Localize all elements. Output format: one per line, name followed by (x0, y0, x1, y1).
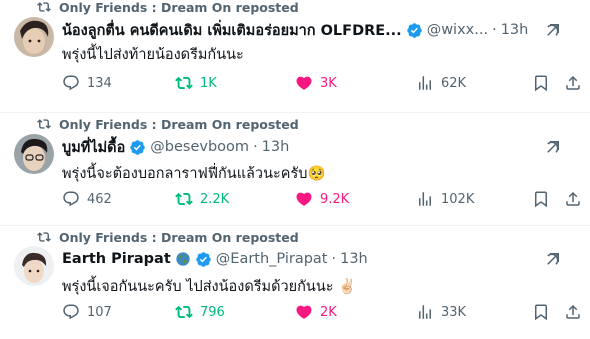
timestamp[interactable]: 13h (501, 22, 529, 38)
share-icon (566, 304, 580, 319)
like-count: 9.2K (320, 191, 350, 207)
grok-icon[interactable] (544, 250, 562, 268)
retweet-button[interactable]: 1K (175, 74, 217, 92)
share-button[interactable] (564, 74, 582, 92)
views-button[interactable]: 102K (416, 190, 474, 208)
views-count: 102K (441, 191, 475, 207)
globe-emoji-icon (176, 252, 190, 266)
bookmark-icon (535, 191, 547, 208)
heart-icon (296, 76, 312, 90)
analytics-icon (419, 192, 431, 206)
retweet-button[interactable]: 2.2K (175, 190, 229, 208)
tweet-header: บูมที่ไม่ดื้อ @besevboom · 13h (62, 137, 289, 157)
heart-icon (296, 192, 312, 206)
avatar[interactable] (14, 134, 54, 174)
like-count: 3K (320, 75, 337, 91)
reply-button[interactable]: 107 (62, 303, 112, 321)
display-name[interactable]: น้องลูกตื่น คนดีคนเดิม เพิ่มเติมอร่อยมาก… (62, 19, 402, 42)
handle[interactable]: @besevboom (150, 139, 249, 155)
analytics-icon (419, 76, 431, 90)
retweet-icon (37, 2, 51, 12)
views-button[interactable]: 33K (416, 303, 466, 321)
reply-count: 134 (87, 75, 112, 91)
bookmark-button[interactable] (532, 190, 550, 208)
separator-dot: · (253, 139, 258, 155)
tweet-header: Earth Pirapat @Earth_Pirapat · 13h (62, 249, 368, 269)
views-button[interactable]: 62K (416, 74, 466, 92)
retweet-button[interactable]: 796 (175, 303, 225, 321)
separator-dot: · (331, 251, 337, 267)
retweet-icon (37, 119, 51, 129)
views-count: 62K (441, 75, 467, 91)
verified-badge-icon (130, 139, 146, 155)
bookmark-icon (535, 304, 547, 321)
separator-dot: · (492, 22, 497, 38)
like-count: 2K (320, 304, 337, 320)
timestamp[interactable]: 13h (340, 251, 368, 267)
share-button[interactable] (564, 190, 582, 208)
repost-label[interactable]: Only Friends : Dream On reposted (59, 117, 299, 132)
share-icon (566, 191, 580, 206)
share-icon (566, 75, 580, 90)
bookmark-icon (535, 75, 547, 92)
tweet-header: น้องลูกตื่น คนดีคนเดิม เพิ่มเติมอร่อยมาก… (62, 20, 528, 40)
reply-icon (63, 304, 79, 320)
tweet[interactable]: Only Friends : Dream On reposted บูมที่ไ… (0, 113, 590, 226)
analytics-icon (419, 305, 431, 319)
tweet-actions: 462 2.2K 9.2K 102K (62, 190, 580, 210)
verified-badge-icon (196, 251, 211, 267)
retweet-count: 2.2K (200, 191, 230, 207)
retweet-icon (175, 76, 193, 90)
reply-count: 462 (87, 191, 112, 207)
retweet-icon (175, 305, 193, 319)
handle[interactable]: @Earth_Pirapat (216, 251, 328, 267)
tweet-actions: 107 796 2K 33K (62, 303, 580, 323)
grok-icon[interactable] (544, 138, 562, 156)
retweet-count: 1K (200, 75, 217, 91)
bookmark-button[interactable] (532, 303, 550, 321)
like-button[interactable]: 9.2K (295, 190, 349, 208)
tweet[interactable]: Only Friends : Dream On reposted น้องลูก… (0, 0, 590, 113)
reply-icon (63, 191, 79, 207)
repost-label[interactable]: Only Friends : Dream On reposted (59, 0, 299, 15)
repost-indicator: Only Friends : Dream On reposted (37, 0, 299, 16)
timeline-feed: Only Friends : Dream On reposted น้องลูก… (0, 0, 590, 339)
avatar[interactable] (14, 246, 54, 286)
like-button[interactable]: 2K (295, 303, 337, 321)
reply-button[interactable]: 462 (62, 190, 112, 208)
tweet[interactable]: Only Friends : Dream On reposted Earth P… (0, 226, 590, 339)
handle[interactable]: @wixx... (427, 22, 488, 38)
views-count: 33K (441, 304, 467, 320)
verified-badge-icon (406, 22, 422, 38)
display-name[interactable]: Earth Pirapat (62, 251, 171, 267)
reply-count: 107 (87, 304, 112, 320)
reply-button[interactable]: 134 (62, 74, 112, 92)
avatar[interactable] (14, 17, 54, 57)
heart-icon (296, 305, 312, 319)
tweet-text: พรุ่งนี้ไปส่งท้ายน้องดรีมกันนะ (62, 47, 244, 63)
retweet-icon (37, 232, 51, 242)
timestamp[interactable]: 13h (262, 139, 290, 155)
repost-indicator: Only Friends : Dream On reposted (37, 115, 299, 133)
grok-icon[interactable] (544, 21, 562, 39)
share-button[interactable] (564, 303, 582, 321)
like-button[interactable]: 3K (295, 74, 337, 92)
reply-icon (63, 75, 79, 91)
tweet-text: พรุ่งนี้จะต้องบอกลาราฟฟี่กันแล้วนะครับ🥺 (62, 166, 326, 182)
display-name[interactable]: บูมที่ไม่ดื้อ (62, 136, 125, 159)
repost-label[interactable]: Only Friends : Dream On reposted (59, 230, 299, 245)
retweet-icon (175, 192, 193, 206)
retweet-count: 796 (200, 304, 225, 320)
tweet-actions: 134 1K 3K 62K (62, 74, 580, 94)
repost-indicator: Only Friends : Dream On reposted (37, 228, 299, 246)
tweet-text: พรุ่งนี้เจอกันนะครับ ไปส่งน้องดรีมด้วยกั… (62, 279, 357, 295)
bookmark-button[interactable] (532, 74, 550, 92)
